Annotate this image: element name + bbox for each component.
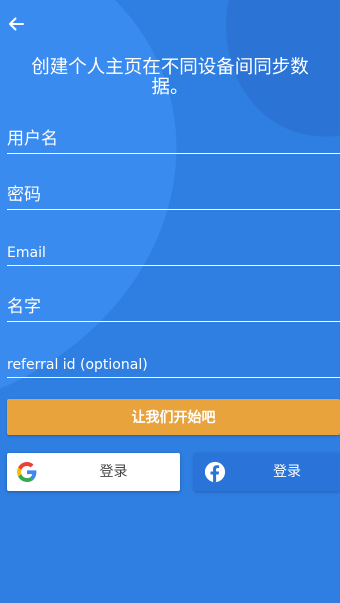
back-button[interactable] (6, 14, 28, 36)
username-input[interactable] (7, 129, 340, 149)
password-input[interactable] (7, 185, 340, 205)
google-icon (17, 462, 37, 482)
arrow-left-icon (6, 14, 28, 34)
name-field (7, 287, 340, 322)
headline-line-1: 创建个人主页在不同设备间同步数 (31, 57, 309, 78)
referral-input[interactable] (7, 357, 340, 373)
google-login-label: 登录 (99, 464, 128, 480)
username-field (7, 119, 340, 154)
google-login-button[interactable]: 登录 (7, 453, 180, 491)
facebook-login-label: 登录 (273, 464, 301, 480)
facebook-login-button[interactable]: 登录 (194, 453, 340, 491)
name-input[interactable] (7, 297, 340, 317)
headline-line-2: 据。 (151, 77, 189, 98)
signup-content: 创建个人主页在不同设备间同步数 据。 让我们开始吧 (0, 0, 340, 603)
email-input[interactable] (7, 245, 340, 261)
password-field (7, 175, 340, 210)
referral-field (7, 343, 340, 378)
page-headline: 创建个人主页在不同设备间同步数 据。 (4, 58, 336, 98)
signup-screen: 创建个人主页在不同设备间同步数 据。 让我们开始吧 (0, 0, 340, 603)
email-field (7, 231, 340, 266)
facebook-icon (204, 461, 226, 483)
start-button[interactable]: 让我们开始吧 (7, 399, 340, 435)
